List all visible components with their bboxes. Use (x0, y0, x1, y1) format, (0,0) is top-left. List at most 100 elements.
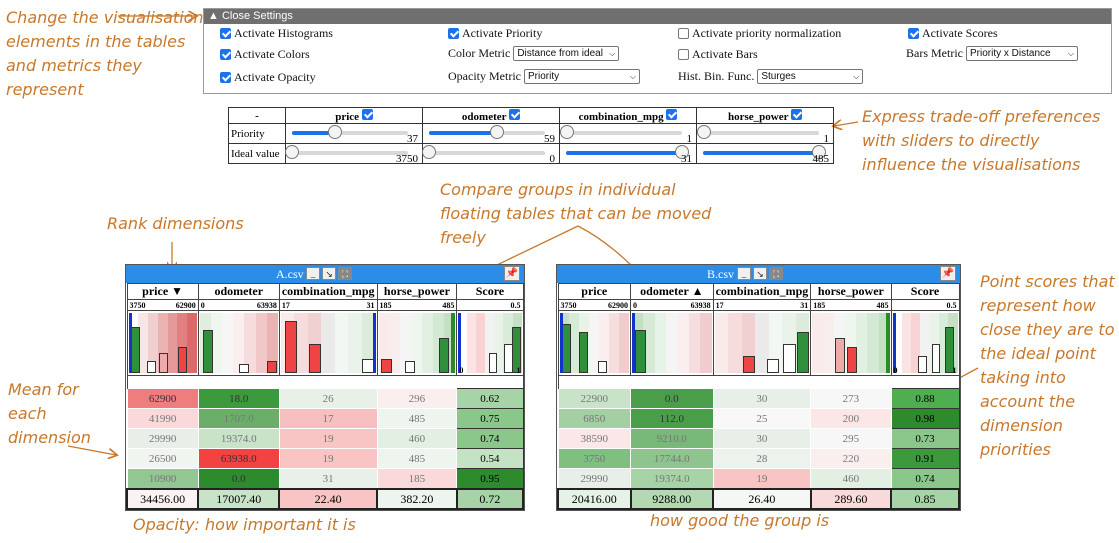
pin-icon[interactable]: 📌 (940, 266, 956, 281)
dim-checkbox-combination-mpg[interactable] (666, 108, 678, 120)
activate-scores-checkbox[interactable] (908, 28, 919, 39)
activate-bars-option[interactable]: Activate Bars (678, 47, 758, 62)
fullscreen-icon[interactable]: ⛶ (769, 267, 783, 280)
value-cell: 0.0 (197, 468, 280, 490)
floating-table-a[interactable]: A.csv _ ↘ ⛶ 📌 price ▼ odometer combination_mpg h… (125, 264, 525, 511)
activate-opacity-checkbox[interactable] (220, 72, 231, 83)
range-min: 0 (200, 300, 205, 310)
priority-slider[interactable]: 37 (288, 124, 418, 145)
column-header[interactable]: combination_mpg (278, 283, 378, 300)
column-header[interactable]: horse_power (810, 283, 892, 300)
hist-bin-select[interactable]: Sturges ⌵ (757, 69, 864, 84)
dim-checkbox-odometer[interactable] (509, 108, 521, 120)
histogram-bar (266, 361, 278, 373)
table-row[interactable]: 3750 17744.0 28 220 0.91 (557, 448, 960, 469)
column-header[interactable]: price (557, 283, 632, 300)
activate-priority-option[interactable]: Activate Priority (448, 26, 542, 41)
column-header[interactable]: Score (456, 283, 524, 300)
mean-score-cell: 0.72 (455, 488, 525, 510)
priority-slider[interactable]: 59 (425, 124, 555, 145)
activate-colors-option[interactable]: Activate Colors (220, 47, 310, 62)
priority-slider[interactable]: 1 (697, 124, 829, 145)
color-metric-select[interactable]: Distance from ideal ⌵ (513, 46, 620, 61)
activate-histograms-option[interactable]: Activate Histograms (220, 26, 333, 41)
activate-scores-option[interactable]: Activate Scores (908, 26, 998, 41)
histogram-bar (284, 320, 298, 373)
ideal-slider[interactable]: 31 (562, 144, 692, 165)
value-cell: 485 (376, 448, 458, 469)
histogram-bar (131, 326, 141, 373)
column-range: 17 31 (712, 299, 812, 311)
table-row[interactable]: 62900 18.0 26 296 0.62 (126, 388, 524, 409)
column-histogram (278, 310, 378, 376)
value-cell: 41990 (126, 408, 199, 429)
histogram-bar (308, 344, 322, 373)
minimize-icon[interactable]: _ (306, 267, 320, 280)
range-min: 3750 (129, 300, 146, 310)
chevron-down-icon: ⌵ (1067, 48, 1074, 58)
score-cell: 0.74 (890, 468, 960, 490)
column-header[interactable]: combination_mpg (712, 283, 812, 300)
value-cell: 460 (810, 468, 892, 490)
dim-checkbox-price[interactable] (361, 108, 373, 120)
close-settings-toggle[interactable]: ▲ Close Settings (204, 9, 1111, 24)
histogram-bar (178, 346, 188, 373)
resize-icon[interactable]: ↘ (322, 267, 336, 280)
value-cell: 18.0 (197, 388, 280, 409)
table-row[interactable]: 6850 112.0 25 200 0.98 (557, 408, 960, 429)
table-row[interactable]: 10900 0.0 31 185 0.95 (126, 468, 524, 490)
value-cell: 31 (278, 468, 378, 490)
dim-header-combination-mpg: combination_mpg (559, 107, 697, 124)
annotation-trade-off: Express trade-off preferences with slide… (862, 107, 1101, 174)
histogram-bar (742, 355, 756, 373)
activate-priority-checkbox[interactable] (448, 28, 459, 39)
score-cell: 0.98 (890, 408, 960, 429)
means-row: 34456.00 17007.40 22.40 382.20 0.72 (125, 488, 525, 510)
column-header[interactable]: price ▼ (126, 283, 199, 300)
table-row[interactable]: 29990 19374.0 19 460 0.74 (126, 428, 524, 449)
priority-slider[interactable]: 1 (560, 124, 692, 145)
table-row[interactable]: 41990 1707.0 17 485 0.75 (126, 408, 524, 429)
floating-table-titlebar[interactable]: A.csv _ ↘ ⛶ 📌 (126, 265, 524, 283)
ideal-slider[interactable]: 485 (699, 144, 830, 165)
column-header[interactable]: odometer ▲ (630, 283, 714, 300)
activate-priority-normalization-option[interactable]: Activate priority normalization (678, 26, 841, 41)
table-row[interactable]: 26500 63938.0 19 485 0.54 (126, 448, 524, 469)
minimize-icon[interactable]: _ (737, 267, 751, 280)
table-row[interactable]: 38590 9210.0 30 295 0.73 (557, 428, 960, 449)
bars-metric-select[interactable]: Priority x Distance ⌵ (965, 46, 1078, 61)
table-row[interactable]: 22900 0.0 30 273 0.88 (557, 388, 960, 409)
range-min: 3750 (560, 300, 577, 310)
dim-checkbox-horse-power[interactable] (791, 108, 803, 120)
dim-header-price: price (285, 107, 423, 124)
column-header[interactable]: Score (890, 283, 960, 300)
mean-cell: 20416.00 (557, 488, 632, 510)
floating-table-b[interactable]: B.csv _ ↘ ⛶ 📌 price odometer ▲ combination_mpg h… (556, 264, 961, 511)
ideal-slider[interactable]: 3750 (285, 144, 418, 165)
score-cell: 0.62 (456, 388, 524, 409)
fullscreen-icon[interactable]: ⛶ (338, 267, 352, 280)
column-header[interactable]: odometer (197, 283, 280, 300)
activate-colors-checkbox[interactable] (220, 49, 231, 60)
value-cell: 10900 (126, 468, 199, 490)
bars-metric-control: Bars Metric Priority x Distance ⌵ (906, 46, 1078, 61)
ideal-value: 485 (812, 153, 830, 165)
value-cell: 296 (376, 388, 458, 409)
pin-icon[interactable]: 📌 (504, 266, 520, 281)
column-histogram (376, 310, 458, 376)
table-row[interactable]: 29990 19374.0 19 460 0.74 (557, 468, 960, 490)
floating-table-titlebar[interactable]: B.csv _ ↘ ⛶ 📌 (557, 265, 960, 283)
score-axis-max: 1 (952, 366, 957, 375)
activate-histograms-checkbox[interactable] (220, 28, 231, 39)
resize-icon[interactable]: ↘ (753, 267, 767, 280)
activate-bars-checkbox[interactable] (678, 49, 689, 60)
activate-priority-normalization-checkbox[interactable] (678, 28, 689, 39)
hist-bin-value: Sturges (761, 71, 796, 82)
score-cell: 0.74 (456, 428, 524, 449)
activate-opacity-option[interactable]: Activate Opacity (220, 70, 316, 85)
column-header[interactable]: horse_power (376, 283, 458, 300)
opacity-metric-select[interactable]: Priority ⌵ (523, 69, 640, 84)
ideal-slider[interactable]: 0 (422, 144, 555, 165)
mean-cell: 26.40 (712, 488, 812, 510)
value-cell: 273 (810, 388, 892, 409)
